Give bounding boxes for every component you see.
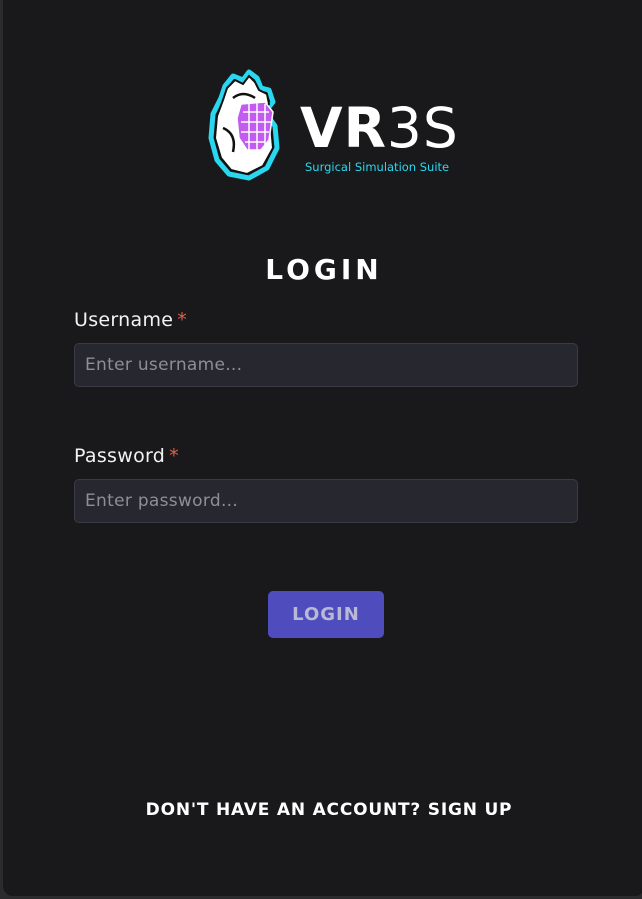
required-mark: * xyxy=(169,445,179,467)
heart-logo-icon xyxy=(208,69,280,181)
signup-link[interactable]: DON'T HAVE AN ACCOUNT? SIGN UP xyxy=(3,800,642,820)
login-button[interactable]: LOGIN xyxy=(268,591,384,638)
logo-tagline: Surgical Simulation Suite xyxy=(305,160,450,174)
username-label-text: Username xyxy=(74,309,174,331)
logo-number: 3S xyxy=(386,96,459,160)
brand-logo: VR3S Surgical Simulation Suite xyxy=(203,68,458,184)
password-input[interactable] xyxy=(74,479,578,523)
username-label: Username * xyxy=(74,309,187,331)
required-mark: * xyxy=(177,309,188,331)
logo-main: VR xyxy=(300,96,387,160)
logo-wordmark: VR3S xyxy=(300,98,459,158)
login-panel: VR3S Surgical Simulation Suite LOGIN Use… xyxy=(3,0,642,896)
page-title: LOGIN xyxy=(265,253,383,286)
password-label: Password * xyxy=(74,445,179,467)
username-input[interactable] xyxy=(74,343,578,387)
password-label-text: Password xyxy=(74,445,166,467)
